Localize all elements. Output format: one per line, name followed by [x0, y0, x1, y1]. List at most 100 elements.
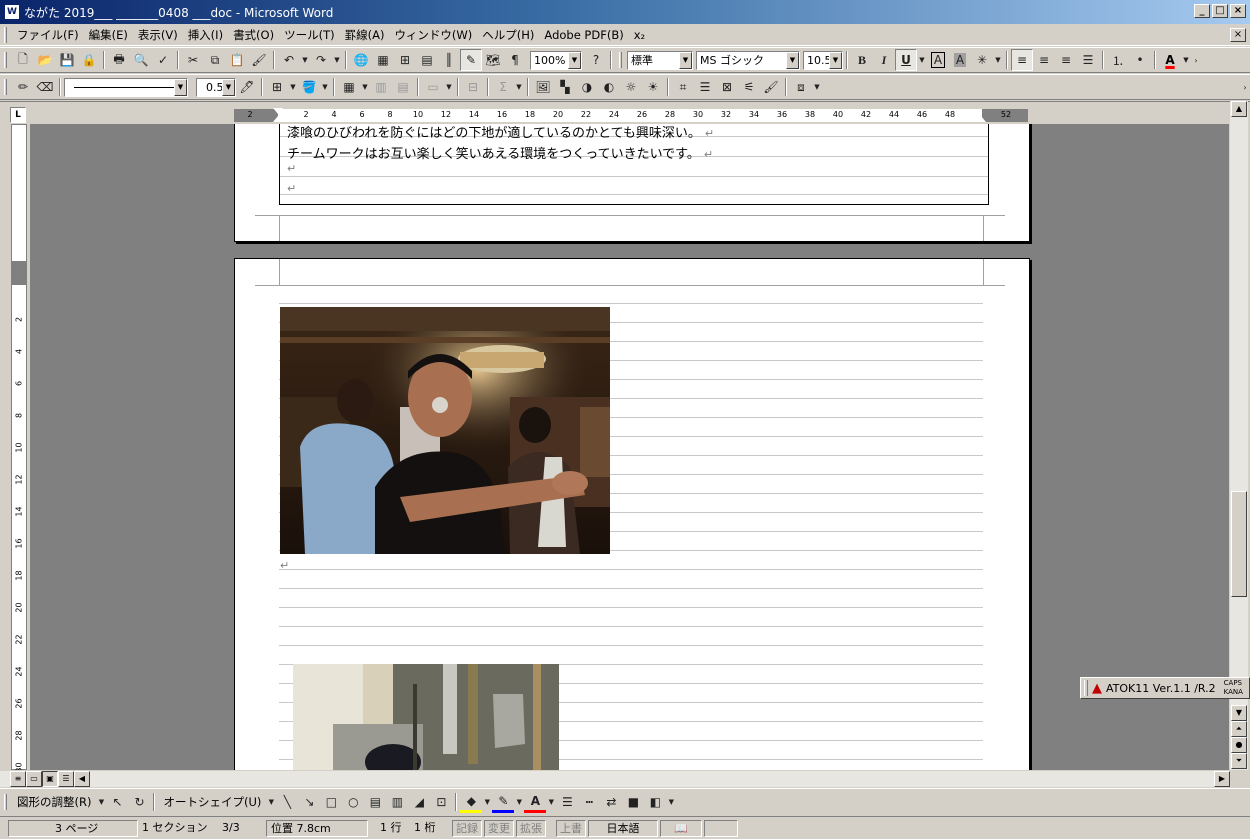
- status-language[interactable]: 日本語: [588, 819, 658, 837]
- permission-icon[interactable]: 🔒: [78, 49, 100, 71]
- status-ext[interactable]: 拡張: [516, 819, 546, 837]
- select-objects-icon[interactable]: ↖: [106, 791, 128, 813]
- reset-dropdown-icon[interactable]: ▼: [812, 76, 822, 98]
- word-app-icon[interactable]: W: [4, 4, 20, 20]
- chevron-down-icon[interactable]: ▼: [786, 51, 799, 69]
- right-indent-marker[interactable]: [976, 116, 986, 122]
- distribute-rows-icon[interactable]: ⊟: [462, 76, 484, 98]
- insert-table-dropdown-icon[interactable]: ▼: [360, 76, 370, 98]
- free-rotate-icon[interactable]: ↻: [128, 791, 150, 813]
- bullets-icon[interactable]: •: [1129, 49, 1151, 71]
- draw-adjust-dropdown-icon[interactable]: ▼: [96, 791, 106, 813]
- document-map-icon[interactable]: 🗺: [482, 49, 504, 71]
- compress-picture-icon[interactable]: ⊠: [716, 76, 738, 98]
- scroll-thumb[interactable]: [1231, 491, 1247, 597]
- vertical-text-box-icon[interactable]: ▥: [386, 791, 408, 813]
- scroll-up-icon[interactable]: ▲: [1231, 101, 1247, 117]
- more-brightness-icon[interactable]: ☼: [620, 76, 642, 98]
- align-cell-icon[interactable]: ▭: [422, 76, 444, 98]
- ruby-icon[interactable]: ✳: [971, 49, 993, 71]
- menu-file[interactable]: ファイル(F): [12, 26, 84, 44]
- status-rec[interactable]: 記録: [452, 819, 482, 837]
- insert-table-icon[interactable]: ▦: [338, 76, 360, 98]
- line-color-icon[interactable]: ✎: [492, 791, 515, 813]
- font-size-select[interactable]: 10.5 ▼: [803, 50, 843, 70]
- restore-button[interactable]: □: [1212, 4, 1228, 18]
- arrow-style-icon[interactable]: ⇄: [600, 791, 622, 813]
- style-select[interactable]: 標準 ▼: [627, 50, 693, 70]
- chevron-down-icon[interactable]: ▼: [679, 51, 692, 69]
- rectangle-icon[interactable]: □: [320, 791, 342, 813]
- 3d-icon[interactable]: ◧: [644, 791, 666, 813]
- paste-icon[interactable]: 📋: [226, 49, 248, 71]
- status-trk[interactable]: 変更: [484, 819, 514, 837]
- columns-icon[interactable]: ║: [438, 49, 460, 71]
- show-hide-icon[interactable]: ¶: [504, 49, 526, 71]
- workshop-photo[interactable]: [293, 664, 559, 770]
- atok-ime-bar[interactable]: ▲ ATOK11 Ver.1.1 /R.2 CAPS KANA: [1080, 677, 1250, 699]
- font-select[interactable]: MS ゴシック ▼: [696, 50, 800, 70]
- shading-dropdown-icon[interactable]: ▼: [320, 76, 330, 98]
- menu-format[interactable]: 書式(O): [228, 26, 279, 44]
- vertical-scrollbar[interactable]: ▲ ▼ ⏶ ● ⏷: [1230, 101, 1248, 770]
- chevron-down-icon[interactable]: ▼: [174, 78, 187, 96]
- less-contrast-icon[interactable]: ◐: [598, 76, 620, 98]
- numbering-icon[interactable]: ⒈: [1107, 49, 1129, 71]
- spelling-icon[interactable]: ✓: [152, 49, 174, 71]
- toolbar-options-icon[interactable]: ›: [1191, 49, 1201, 71]
- text-box-frame[interactable]: 漆喰のひびわれを防ぐにはどの下地が適しているのかとても興味深い。 ↵ チームワーク…: [279, 124, 989, 205]
- next-page-icon[interactable]: ⏷: [1231, 753, 1247, 769]
- document-line-1[interactable]: 漆喰のひびわれを防ぐにはどの下地が適しているのかとても興味深い。 ↵: [287, 124, 714, 141]
- menubar-grip[interactable]: [4, 26, 7, 43]
- wordart-icon[interactable]: ◢: [408, 791, 430, 813]
- web-layout-icon[interactable]: ▭: [26, 771, 42, 787]
- chevron-down-icon[interactable]: ▼: [829, 51, 842, 69]
- borders-icon[interactable]: ⊞: [266, 76, 288, 98]
- format-painter-icon[interactable]: 🖌: [248, 49, 270, 71]
- open-folder-icon[interactable]: 📂: [34, 49, 56, 71]
- drawing-icon[interactable]: ✎: [460, 49, 482, 71]
- split-cells-icon[interactable]: ▤: [392, 76, 414, 98]
- print-layout-icon[interactable]: ▣: [42, 771, 58, 787]
- line-icon[interactable]: ╲: [276, 791, 298, 813]
- fill-color-icon[interactable]: ◆: [460, 791, 483, 813]
- toolbar-options-icon[interactable]: ›: [1240, 76, 1250, 98]
- scroll-left-icon[interactable]: ◀: [74, 771, 90, 787]
- toolbar-grip[interactable]: [4, 79, 7, 95]
- first-line-indent-marker[interactable]: [273, 108, 283, 114]
- help-icon[interactable]: ?: [585, 49, 607, 71]
- cut-icon[interactable]: ✂: [182, 49, 204, 71]
- line-style-select[interactable]: ▼: [64, 77, 188, 97]
- redo-dropdown-icon[interactable]: ▼: [332, 49, 342, 71]
- menu-subscript[interactable]: x₂: [629, 26, 650, 44]
- align-right-icon[interactable]: ≡: [1055, 49, 1077, 71]
- image-color-icon[interactable]: ▚: [554, 76, 576, 98]
- autosum-icon[interactable]: Σ: [492, 76, 514, 98]
- dash-style-icon[interactable]: ┅: [578, 791, 600, 813]
- oval-icon[interactable]: ○: [342, 791, 364, 813]
- shadow-icon[interactable]: ■: [622, 791, 644, 813]
- format-picture-icon[interactable]: 🖌: [760, 76, 782, 98]
- reset-picture-icon[interactable]: ⧈: [790, 76, 812, 98]
- select-browse-object-icon[interactable]: ●: [1231, 737, 1247, 753]
- underline-button[interactable]: U: [895, 49, 917, 71]
- close-button[interactable]: ×: [1230, 4, 1246, 18]
- copy-icon[interactable]: ⧉: [204, 49, 226, 71]
- hyperlink-icon[interactable]: 🌐: [350, 49, 372, 71]
- menu-insert[interactable]: 挿入(I): [183, 26, 228, 44]
- insert-table-icon[interactable]: ⊞: [394, 49, 416, 71]
- border-color-icon[interactable]: 🖊: [236, 76, 258, 98]
- horizontal-ruler[interactable]: 2 2 4 6 8 10 12 14 16 18 20 22 24 26 28 30 32 34 36 38 40 42 4…: [234, 108, 1028, 122]
- insert-excel-icon[interactable]: ▤: [416, 49, 438, 71]
- borders-dropdown-icon[interactable]: ▼: [288, 76, 298, 98]
- menu-table[interactable]: 罫線(A): [340, 26, 390, 44]
- chevron-down-icon[interactable]: ▼: [222, 78, 235, 96]
- line-style-icon[interactable]: ☰: [694, 76, 716, 98]
- status-ovr[interactable]: 上書: [556, 819, 586, 837]
- autosum-dropdown-icon[interactable]: ▼: [514, 76, 524, 98]
- chevron-down-icon[interactable]: ▼: [568, 51, 581, 69]
- toolbar-grip[interactable]: [4, 52, 7, 68]
- redo-icon[interactable]: ↷: [310, 49, 332, 71]
- vertical-ruler[interactable]: 2 4 6 8 10 12 14 16 18 20 22 24 26 28 30: [11, 124, 27, 773]
- merge-cells-icon[interactable]: ▥: [370, 76, 392, 98]
